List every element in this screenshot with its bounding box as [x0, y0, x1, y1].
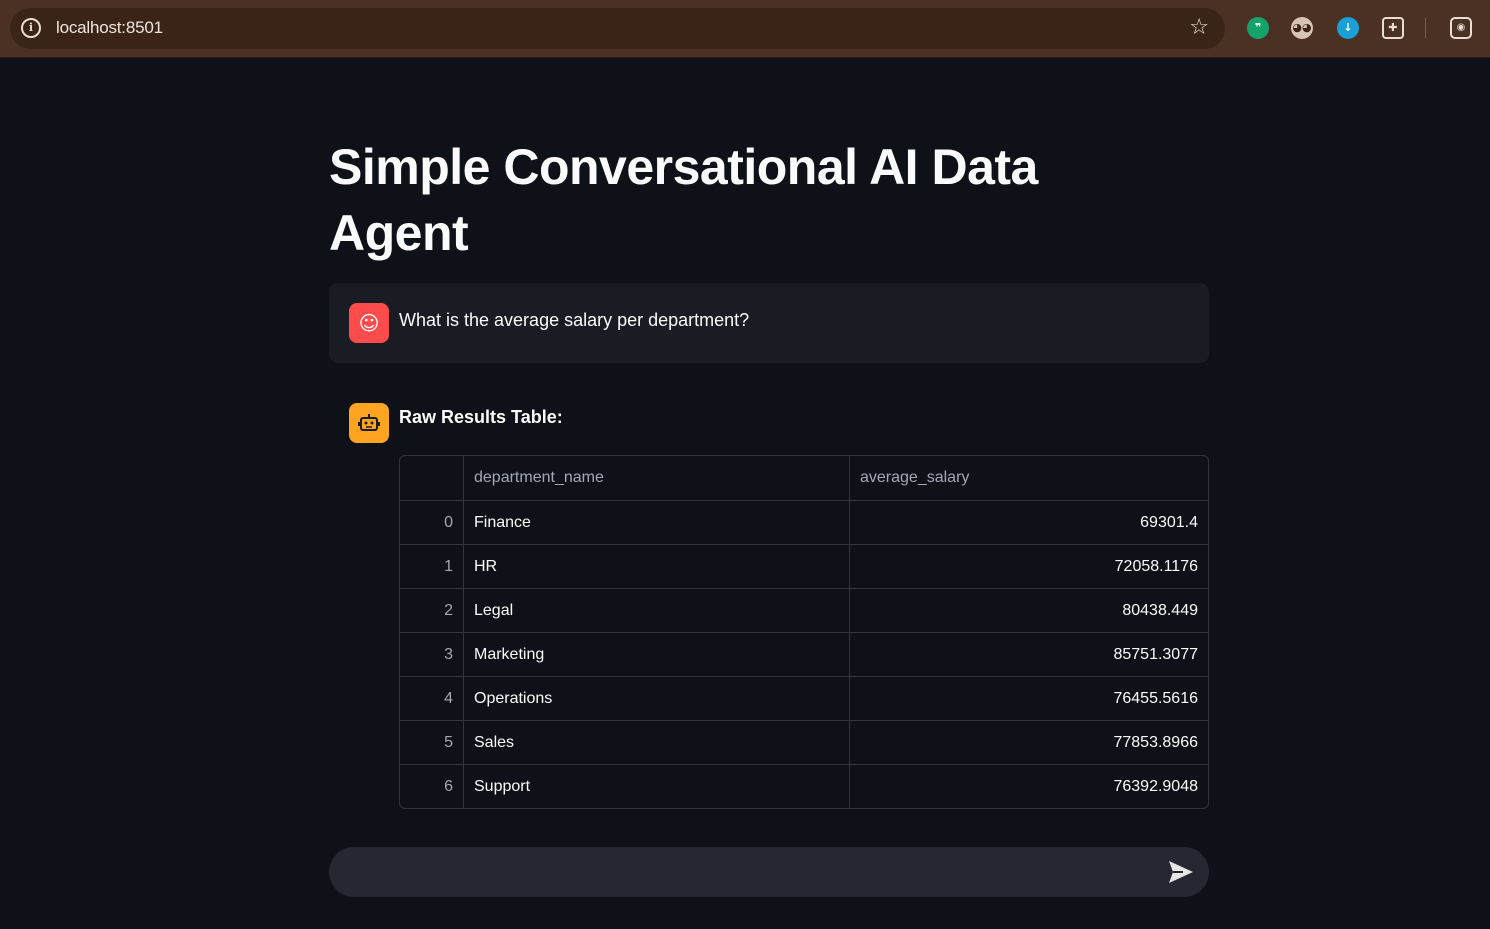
quote-extension-icon[interactable]: ❞ [1247, 17, 1269, 39]
row-index[interactable]: 1 [400, 544, 464, 589]
info-icon[interactable]: i [21, 18, 41, 38]
url-text[interactable]: localhost:8501 [56, 18, 163, 38]
row-index[interactable]: 0 [400, 500, 464, 545]
index-column-header[interactable] [400, 456, 464, 501]
row-index[interactable]: 4 [400, 676, 464, 721]
average-salary-cell[interactable]: 76392.9048 [850, 765, 1209, 809]
table-row: 1 HR 72058.1176 [400, 544, 1208, 589]
department-name-cell[interactable]: Support [463, 764, 850, 808]
chat-input-box[interactable] [329, 847, 1209, 899]
row-index[interactable]: 2 [400, 588, 464, 633]
average-salary-cell[interactable]: 77853.8966 [849, 720, 1208, 765]
department-name-cell[interactable]: HR [463, 544, 850, 589]
robot-icon [349, 403, 389, 443]
results-table[interactable]: department_name average_salary 0 Finance… [399, 455, 1209, 809]
row-index[interactable]: 3 [400, 632, 464, 677]
department-name-cell[interactable]: Finance [463, 500, 850, 545]
star-icon[interactable]: ☆ [1189, 15, 1209, 40]
user-face-icon: ☺ [349, 303, 389, 343]
average-salary-column-header[interactable]: average_salary [849, 456, 1208, 501]
table-row: 3 Marketing 85751.3077 [400, 632, 1208, 677]
user-chat-message: ☺ What is the average salary per departm… [329, 283, 1209, 363]
table-row: 4 Operations 76455.5616 [400, 676, 1208, 721]
table-row: 0 Finance 69301.4 [400, 500, 1208, 545]
toolbar-divider [1425, 18, 1426, 38]
department-name-cell[interactable]: Marketing [463, 632, 850, 677]
department-name-cell[interactable]: Operations [463, 676, 850, 721]
chat-input[interactable] [349, 847, 1153, 899]
screenshot-icon[interactable]: ◉ [1450, 17, 1472, 39]
browser-toolbar: i localhost:8501 ☆ ❞ ◕◕ ↓ ✚ ◉ [0, 0, 1490, 58]
average-salary-cell[interactable]: 69301.4 [849, 500, 1208, 545]
assistant-heading: Raw Results Table: [399, 407, 563, 427]
table-row: 5 Sales 77853.8966 [400, 720, 1208, 765]
row-index[interactable]: 6 [400, 764, 464, 808]
owl-extension-icon[interactable]: ◕◕ [1291, 17, 1313, 39]
average-salary-cell[interactable]: 85751.3077 [849, 632, 1208, 677]
department-name-column-header[interactable]: department_name [463, 456, 850, 501]
department-name-cell[interactable]: Legal [463, 588, 850, 633]
table-row: 6 Support 76392.9048 [400, 764, 1209, 809]
table-row: 2 Legal 80438.449 [400, 588, 1208, 633]
puzzle-extensions-icon[interactable]: ✚ [1382, 17, 1404, 39]
download-extension-icon[interactable]: ↓ [1337, 17, 1359, 39]
average-salary-cell[interactable]: 80438.449 [849, 588, 1208, 633]
row-index[interactable]: 5 [400, 720, 464, 765]
department-name-cell[interactable]: Sales [463, 720, 850, 765]
average-salary-cell[interactable]: 72058.1176 [849, 544, 1208, 589]
user-message-text: What is the average salary per departmen… [399, 310, 750, 330]
address-bar[interactable]: i localhost:8501 ☆ [10, 8, 1225, 49]
average-salary-cell[interactable]: 76455.5616 [849, 676, 1208, 721]
table-header-row: department_name average_salary [400, 456, 1208, 501]
send-icon[interactable] [1167, 859, 1195, 885]
page-title: Simple Conversational AI Data Agent [329, 139, 1038, 261]
